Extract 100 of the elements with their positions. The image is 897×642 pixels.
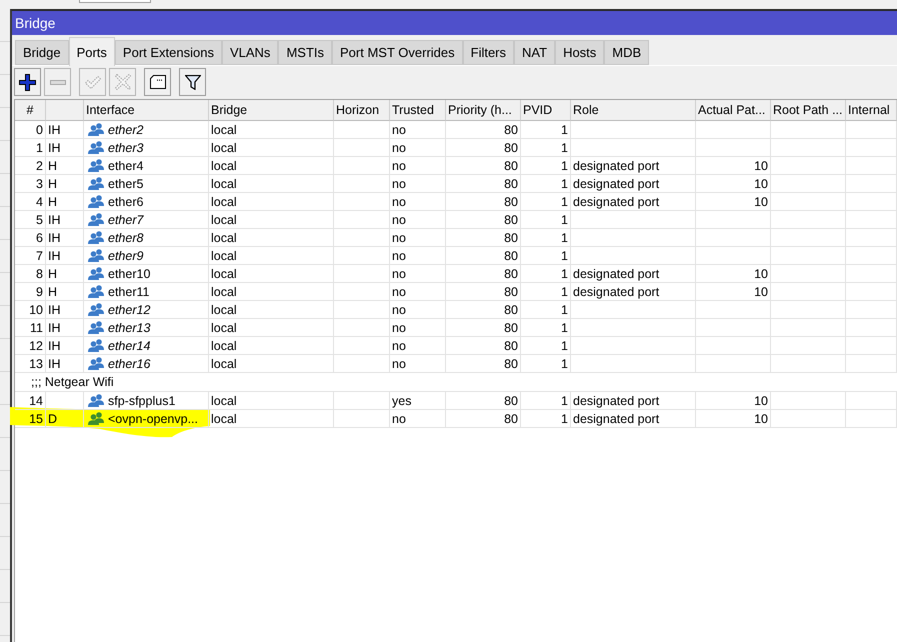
table-cell: 10 xyxy=(696,193,771,211)
column-header[interactable]: Priority (h... xyxy=(446,100,521,121)
tab[interactable]: VLANs xyxy=(222,40,278,65)
table-cell: 1 xyxy=(521,157,571,175)
table-row[interactable]: 12 IH ether14 local no 80 1 xyxy=(15,337,897,355)
column-header[interactable]: # xyxy=(15,100,46,121)
table-cell: no xyxy=(390,193,446,211)
table-cell xyxy=(334,139,390,157)
table-cell xyxy=(846,283,897,301)
column-header[interactable] xyxy=(46,100,84,121)
table-cell xyxy=(334,319,390,337)
table-row[interactable]: 8 H ether10 local no 80 1 designated port 10 xyxy=(15,265,897,283)
table-cell: IH xyxy=(46,301,84,319)
tab[interactable]: MSTIs xyxy=(278,40,332,65)
interface-name: ether10 xyxy=(108,266,150,280)
table-cell: H xyxy=(46,265,84,283)
table-cell: designated port xyxy=(571,175,696,193)
tab[interactable]: NAT xyxy=(514,40,556,65)
table-row[interactable]: 4 H ether6 local no 80 1 designated port 10 xyxy=(15,193,897,211)
table-row[interactable]: 13 IH ether16 local no 80 1 xyxy=(15,355,897,373)
table-cell: 80 xyxy=(446,193,521,211)
table-cell xyxy=(846,229,897,247)
table-cell: local xyxy=(209,247,334,265)
table-cell: no xyxy=(390,175,446,193)
interface-name: ether12 xyxy=(108,302,150,316)
table-cell: 1 xyxy=(521,410,571,428)
table-row[interactable]: 7 IH ether9 local no 80 1 xyxy=(15,247,897,265)
tab[interactable]: Filters xyxy=(462,40,514,65)
table-cell: 1 xyxy=(521,337,571,355)
table-cell: no xyxy=(390,410,446,428)
tab[interactable]: Port MST Overrides xyxy=(332,40,463,65)
table-cell xyxy=(334,193,390,211)
table-cell: 10 xyxy=(696,410,771,428)
table-cell xyxy=(334,265,390,283)
column-header[interactable]: Interface xyxy=(84,100,209,121)
column-header[interactable]: Role xyxy=(571,100,696,121)
table-cell: 80 xyxy=(446,229,521,247)
filter-icon xyxy=(184,74,200,90)
table-cell xyxy=(846,265,897,283)
plus-icon xyxy=(19,74,36,90)
comment-button[interactable] xyxy=(144,68,171,96)
table-cell: 80 xyxy=(446,283,521,301)
table-cell: no xyxy=(390,139,446,157)
table-row[interactable]: 3 H ether5 local no 80 1 designated port 10 xyxy=(15,175,897,193)
table-cell: 9 xyxy=(15,283,46,301)
table-row[interactable]: 5 IH ether7 local no 80 1 xyxy=(15,211,897,229)
table-cell: 8 xyxy=(15,265,46,283)
tab[interactable]: Port Extensions xyxy=(114,40,222,65)
interface-name: ether7 xyxy=(108,212,144,226)
column-header[interactable]: PVID xyxy=(521,100,571,121)
table-cell: 80 xyxy=(446,157,521,175)
table-cell: 4 xyxy=(15,193,46,211)
tab[interactable]: Hosts xyxy=(555,40,604,65)
table-cell: local xyxy=(209,337,334,355)
table-cell: designated port xyxy=(571,410,696,428)
table-cell: 3 xyxy=(15,175,46,193)
table-cell: 1 xyxy=(521,121,571,139)
table-row[interactable]: 1 IH ether3 local no 80 1 xyxy=(15,139,897,157)
table-cell: 80 xyxy=(446,175,521,193)
column-header[interactable]: Horizon xyxy=(334,100,390,121)
column-header[interactable]: Internal xyxy=(846,100,897,121)
table-cell: IH xyxy=(46,247,84,265)
table-row[interactable]: 0 IH ether2 local no 80 1 xyxy=(15,121,897,139)
table-cell xyxy=(334,157,390,175)
table-cell: 80 xyxy=(446,337,521,355)
table-row[interactable]: 9 H ether11 local no 80 1 designated port 10 xyxy=(15,283,897,301)
table-cell xyxy=(334,175,390,193)
table-cell xyxy=(334,247,390,265)
table-cell: IH xyxy=(46,211,84,229)
tab[interactable]: Ports xyxy=(68,37,115,66)
table-cell: local xyxy=(209,301,334,319)
table-cell: 1 xyxy=(521,319,571,337)
table-row[interactable]: 11 IH ether13 local no 80 1 xyxy=(15,319,897,337)
tab[interactable]: MDB xyxy=(604,40,650,65)
table-cell xyxy=(334,229,390,247)
column-header[interactable]: Root Path ... xyxy=(771,100,846,121)
table-cell: IH xyxy=(46,355,84,373)
table-row[interactable]: 6 IH ether8 local no 80 1 xyxy=(15,229,897,247)
table-cell: IH xyxy=(46,229,84,247)
table-cell: yes xyxy=(390,392,446,410)
add-button[interactable] xyxy=(14,68,41,96)
table-cell: no xyxy=(390,301,446,319)
table-cell: H xyxy=(46,175,84,193)
table-cell xyxy=(846,175,897,193)
table-cell: local xyxy=(209,283,334,301)
column-header[interactable]: Bridge xyxy=(209,100,334,121)
column-header[interactable]: Actual Pat... xyxy=(696,100,771,121)
tab[interactable]: Bridge xyxy=(15,40,69,65)
table-row[interactable]: 10 IH ether12 local no 80 1 xyxy=(15,301,897,319)
table-cell: 13 xyxy=(15,355,46,373)
table-cell: 5 xyxy=(15,211,46,229)
table-cell: 10 xyxy=(696,175,771,193)
table-row[interactable]: 2 H ether4 local no 80 1 designated port 10 xyxy=(15,157,897,175)
table-cell: IH xyxy=(46,121,84,139)
table-cell: 80 xyxy=(446,139,521,157)
table-cell xyxy=(846,121,897,139)
filter-button[interactable] xyxy=(179,68,206,96)
column-header[interactable]: Trusted xyxy=(390,100,446,121)
cross-icon xyxy=(114,74,130,90)
table-cell: local xyxy=(209,392,334,410)
